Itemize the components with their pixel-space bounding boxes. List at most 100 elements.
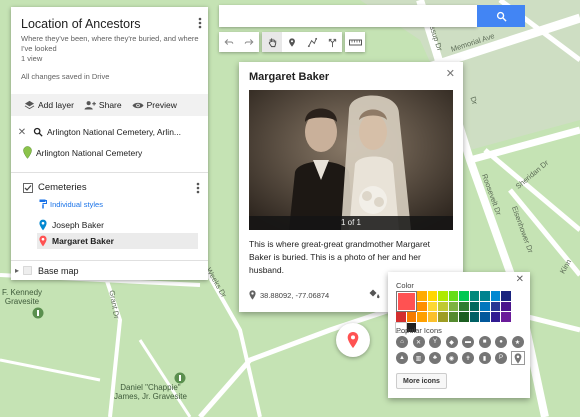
parking-icon[interactable]: P: [495, 352, 507, 364]
red-pin-icon: [347, 332, 359, 348]
basemap-label: Base map: [38, 265, 79, 276]
color-swatch[interactable]: [469, 291, 479, 301]
poi-kennedy[interactable]: F. Kennedy Gravesite: [2, 288, 42, 306]
color-swatch[interactable]: [501, 291, 511, 301]
color-swatch[interactable]: [490, 301, 500, 311]
layer-header[interactable]: Cemeteries: [23, 182, 87, 193]
landmark-icon[interactable]: ◉: [445, 352, 458, 364]
view-count: 1 view: [21, 54, 43, 63]
redo-button[interactable]: [239, 32, 259, 52]
map-description[interactable]: Where they've been, where they're buried…: [21, 34, 201, 53]
redo-icon: [244, 39, 254, 45]
poi-label-line: Gravesite: [4, 297, 40, 306]
color-swatch[interactable]: [427, 291, 437, 301]
color-swatch[interactable]: [469, 301, 479, 311]
layer-options-button[interactable]: [196, 182, 200, 196]
car-icon[interactable]: ●: [495, 336, 507, 348]
expand-basemap-icon[interactable]: ▸: [11, 266, 23, 275]
color-swatch[interactable]: [406, 312, 416, 322]
hand-icon: [268, 37, 276, 47]
layer-checkbox[interactable]: [23, 182, 33, 193]
share-button[interactable]: Share: [84, 100, 122, 110]
place-title[interactable]: Margaret Baker: [249, 71, 329, 83]
color-swatch[interactable]: [427, 312, 437, 322]
individual-styles-link[interactable]: Individual styles: [39, 199, 103, 209]
place-joseph-baker[interactable]: Joseph Baker: [39, 217, 104, 233]
bus-icon[interactable]: ■: [478, 336, 491, 348]
color-swatch[interactable]: [438, 291, 448, 301]
close-icon[interactable]: ✕: [446, 67, 455, 80]
color-swatch[interactable]: [480, 301, 490, 311]
selected-marker[interactable]: [336, 323, 370, 357]
paint-roller-icon: [39, 199, 47, 209]
poi-label-line: James, Jr. Gravesite: [114, 392, 187, 401]
divider: [11, 172, 208, 173]
color-swatch[interactable]: [448, 312, 458, 322]
map-options-button[interactable]: [198, 17, 202, 31]
marker-icon[interactable]: [510, 351, 525, 365]
color-swatch[interactable]: [480, 291, 490, 301]
color-swatch[interactable]: [448, 301, 458, 311]
search-result-item[interactable]: Arlington National Cemetery: [23, 146, 142, 159]
measure-group: [345, 32, 365, 52]
coordinates: 38.88092, -77.06874: [249, 290, 329, 300]
add-layer-label: Add layer: [38, 100, 74, 110]
color-swatch[interactable]: [501, 301, 511, 311]
directions-button[interactable]: [322, 32, 342, 52]
search-button[interactable]: [477, 5, 525, 27]
place-photo[interactable]: [249, 90, 453, 230]
star-icon[interactable]: ★: [511, 336, 524, 348]
draw-line-button[interactable]: [302, 32, 322, 52]
park-icon[interactable]: ♣: [429, 352, 441, 364]
color-swatch[interactable]: [490, 291, 500, 301]
color-swatch[interactable]: [396, 312, 406, 322]
color-swatch[interactable]: [490, 312, 500, 322]
style-button[interactable]: [368, 288, 380, 301]
school-icon[interactable]: ▲: [396, 352, 408, 364]
bar-icon[interactable]: Y: [429, 336, 441, 348]
poi-chappie-james[interactable]: Daniel "Chappie" James, Jr. Gravesite: [114, 383, 187, 401]
color-swatch[interactable]: [417, 312, 427, 322]
panel-actions: Add layer Share Preview: [11, 94, 208, 116]
clear-search-icon[interactable]: ✕: [11, 127, 33, 138]
hotel-icon[interactable]: ▬: [462, 336, 474, 348]
color-swatch[interactable]: [448, 291, 458, 301]
color-swatch[interactable]: [417, 301, 427, 311]
color-swatch[interactable]: [427, 301, 437, 311]
museum-icon[interactable]: ▥: [412, 352, 425, 364]
more-vert-icon: [196, 182, 200, 194]
close-icon[interactable]: ✕: [516, 274, 524, 285]
wedding-photo-image: [249, 90, 453, 230]
measure-button[interactable]: [345, 32, 365, 52]
undo-button[interactable]: [219, 32, 239, 52]
place-margaret-baker[interactable]: Margaret Baker: [37, 233, 198, 249]
church-icon[interactable]: ✝: [462, 352, 474, 364]
basemap-row[interactable]: ▸ Base map: [11, 261, 208, 280]
add-marker-button[interactable]: [282, 32, 302, 52]
add-layer-button[interactable]: Add layer: [24, 100, 74, 110]
color-swatch[interactable]: [501, 312, 511, 322]
basemap-thumbnail-icon: [23, 266, 32, 275]
color-swatch[interactable]: [438, 301, 448, 311]
color-swatch[interactable]: [480, 312, 490, 322]
home-icon[interactable]: ⌂: [396, 336, 408, 348]
color-swatch[interactable]: [469, 312, 479, 322]
directions-icon: [328, 38, 336, 47]
pan-tool-button[interactable]: [262, 32, 282, 52]
shopping-icon[interactable]: ◆: [445, 336, 458, 348]
style-picker: ✕ Color Popular Icons ⌂ ✕ Y ◆ ▬ ■ ● ★ ▲ ▥ ♣ ◉ ✝ ▮ P Mo…: [388, 272, 530, 398]
ruler-icon: [348, 39, 362, 45]
color-swatch[interactable]: [438, 312, 448, 322]
selected-color-swatch[interactable]: [396, 291, 417, 312]
search-query[interactable]: Arlington National Cemetery, Arlin...: [47, 127, 207, 137]
map-title[interactable]: Location of Ancestors: [21, 17, 141, 31]
color-swatch[interactable]: [459, 301, 469, 311]
restaurant-icon[interactable]: ✕: [412, 336, 425, 348]
color-swatch[interactable]: [417, 291, 427, 301]
color-swatch[interactable]: [459, 312, 469, 322]
more-icons-button[interactable]: More icons: [396, 373, 447, 389]
map-search-input[interactable]: [219, 5, 477, 27]
gas-icon[interactable]: ▮: [478, 352, 491, 364]
color-swatch[interactable]: [459, 291, 469, 301]
preview-button[interactable]: Preview: [132, 100, 177, 110]
